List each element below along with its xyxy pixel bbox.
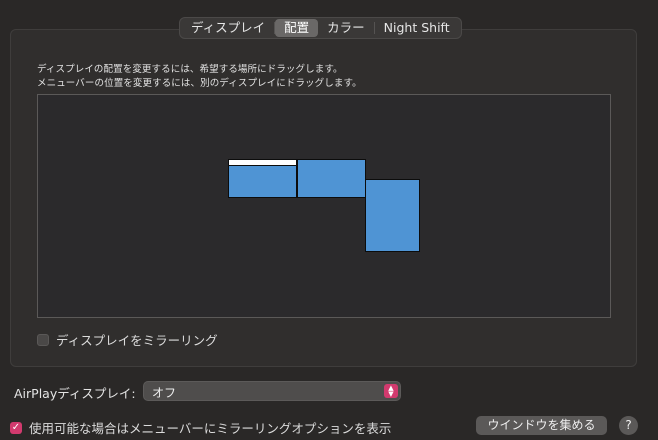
tab-bar: ディスプレイ 配置 カラー Night Shift xyxy=(179,17,462,39)
menubar-mirroring-checkbox[interactable]: ✓ xyxy=(10,421,22,434)
menu-bar-indicator[interactable] xyxy=(229,160,296,166)
gather-windows-button[interactable]: ウインドウを集める xyxy=(476,416,607,435)
instruction-line-2: メニューバーの位置を変更するには、別のディスプレイにドラッグします。 xyxy=(37,78,362,89)
mirror-displays-row: ディスプレイをミラーリング xyxy=(37,330,218,349)
instruction-line-1: ディスプレイの配置を変更するには、希望する場所にドラッグします。 xyxy=(37,64,343,75)
updown-chevron-icon: ▲ ▼ xyxy=(384,384,398,398)
mirror-displays-label: ディスプレイをミラーリング xyxy=(56,333,218,348)
checkmark-icon: ✓ xyxy=(11,421,21,433)
second-display[interactable] xyxy=(297,159,366,198)
airplay-label: AirPlayディスプレイ: xyxy=(14,386,136,401)
tab-arrangement[interactable]: 配置 xyxy=(275,19,319,37)
tab-color[interactable]: カラー xyxy=(318,19,374,37)
airplay-select-value: オフ xyxy=(152,386,177,400)
third-display[interactable] xyxy=(365,179,420,252)
tab-display[interactable]: ディスプレイ xyxy=(182,19,274,37)
menubar-mirroring-row: ✓ 使用可能な場合はメニューバーにミラーリングオプションを表示 xyxy=(10,418,391,437)
tab-night-shift[interactable]: Night Shift xyxy=(375,19,459,37)
arrangement-canvas xyxy=(37,94,611,318)
mirror-displays-checkbox[interactable] xyxy=(37,333,49,346)
menubar-mirroring-label: 使用可能な場合はメニューバーにミラーリングオプションを表示 xyxy=(29,421,392,436)
main-display[interactable] xyxy=(228,159,297,198)
airplay-select[interactable]: オフ ▲ ▼ xyxy=(143,381,401,401)
help-button[interactable]: ? xyxy=(619,416,638,435)
